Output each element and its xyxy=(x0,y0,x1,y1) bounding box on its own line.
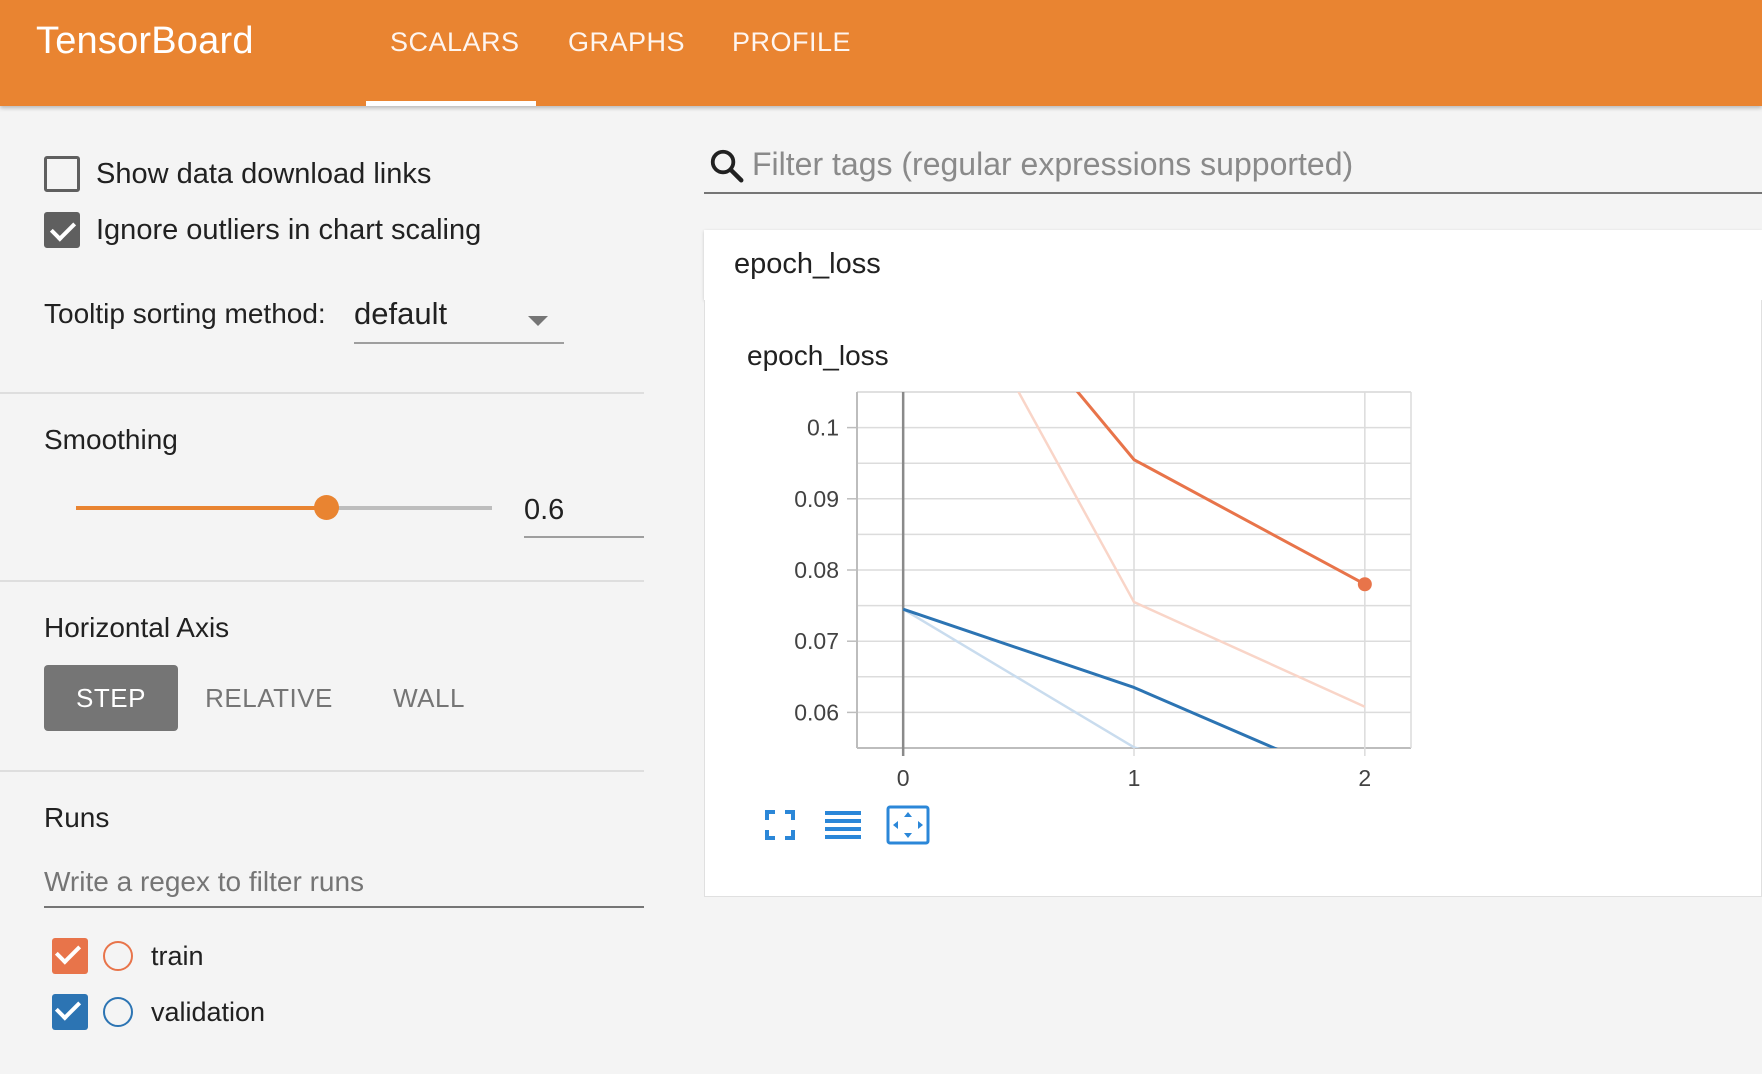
y-tick-label: 0.07 xyxy=(794,628,839,654)
series-point-train xyxy=(1357,577,1372,592)
tag-group-title: epoch_loss xyxy=(734,248,881,280)
chart-tick-labels: 0 1 2 0.06 0.07 0.08 0.09 0.1 xyxy=(794,415,1372,791)
run-item-validation[interactable]: validation xyxy=(52,994,265,1030)
divider xyxy=(0,770,644,772)
scalar-chart-card: epoch_loss 0 1 2 0.06 0.07 0.08 0.09 0.1 xyxy=(704,300,1762,897)
axis-relative-button[interactable]: RELATIVE xyxy=(196,665,342,731)
run-train-checkbox[interactable] xyxy=(52,938,88,974)
show-download-links-label: Show data download links xyxy=(96,157,432,190)
tag-filter-search[interactable]: Filter tags (regular expressions support… xyxy=(704,140,1762,194)
runs-title: Runs xyxy=(44,802,110,833)
runs-filter-input[interactable]: Write a regex to filter runs xyxy=(44,858,644,908)
tooltip-sorting-label: Tooltip sorting method: xyxy=(44,298,326,329)
ignore-outliers-option[interactable]: Ignore outliers in chart scaling xyxy=(44,212,481,248)
run-validation-color-radio[interactable] xyxy=(103,997,133,1027)
chart-grid xyxy=(847,391,1412,756)
run-train-color-radio[interactable] xyxy=(103,941,133,971)
epoch-loss-chart[interactable]: 0 1 2 0.06 0.07 0.08 0.09 0.1 xyxy=(705,300,1761,897)
smoothing-slider[interactable] xyxy=(76,495,492,520)
list-icon[interactable] xyxy=(825,811,861,839)
run-item-train[interactable]: train xyxy=(52,938,204,974)
dropdown-caret-icon xyxy=(528,316,548,326)
show-download-links-checkbox[interactable] xyxy=(44,156,80,192)
search-placeholder: Filter tags (regular expressions support… xyxy=(752,146,1354,182)
show-download-links-option[interactable]: Show data download links xyxy=(44,156,431,192)
fullscreen-icon[interactable] xyxy=(765,810,795,840)
smoothing-title: Smoothing xyxy=(44,424,178,455)
ignore-outliers-label: Ignore outliers in chart scaling xyxy=(96,213,482,246)
tooltip-sorting-dropdown[interactable]: default xyxy=(354,296,564,344)
divider xyxy=(0,580,644,582)
run-validation-label: validation xyxy=(151,996,266,1027)
tab-scalars[interactable]: SCALARS xyxy=(390,27,520,58)
y-tick-label: 0.1 xyxy=(807,415,839,441)
axis-wall-button[interactable]: WALL xyxy=(374,665,484,731)
y-tick-label: 0.09 xyxy=(794,486,839,512)
tag-group-header[interactable]: epoch_loss xyxy=(704,230,1762,300)
run-train-label: train xyxy=(151,940,204,971)
x-tick-label: 0 xyxy=(897,765,910,791)
horizontal-axis-title: Horizontal Axis xyxy=(44,612,230,643)
sidebar: Show data download links Ignore outliers… xyxy=(0,106,644,1074)
x-tick-label: 2 xyxy=(1358,765,1371,791)
ignore-outliers-checkbox[interactable] xyxy=(44,212,80,248)
tab-graphs[interactable]: GRAPHS xyxy=(568,27,685,58)
divider xyxy=(0,392,644,394)
run-validation-checkbox[interactable] xyxy=(52,994,88,1030)
app-title: TensorBoard xyxy=(36,20,254,62)
y-tick-label: 0.06 xyxy=(794,699,839,725)
x-tick-label: 1 xyxy=(1128,765,1141,791)
fit-domain-icon[interactable] xyxy=(886,805,930,845)
tab-profile[interactable]: PROFILE xyxy=(732,27,851,58)
smoothing-slider-knob[interactable] xyxy=(313,495,339,520)
search-icon xyxy=(710,149,744,183)
axis-step-button[interactable]: STEP xyxy=(44,665,178,731)
top-app-bar: TensorBoard SCALARS GRAPHS PROFILE xyxy=(0,0,1762,106)
smoothing-value-input[interactable]: 0.6 xyxy=(524,486,644,538)
y-tick-label: 0.08 xyxy=(794,557,839,583)
tooltip-sorting-value: default xyxy=(354,296,448,331)
smoothing-slider-fill xyxy=(76,506,326,510)
